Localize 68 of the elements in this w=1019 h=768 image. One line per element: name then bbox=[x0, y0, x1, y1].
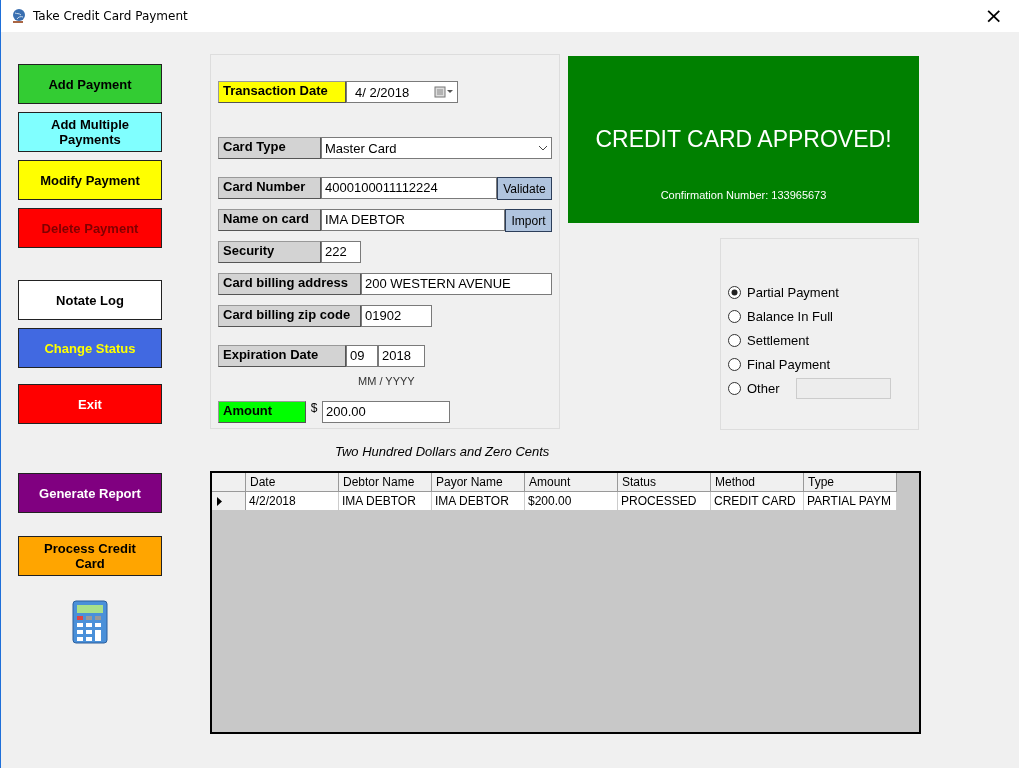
currency-symbol: $ bbox=[309, 401, 319, 415]
approval-title: CREDIT CARD APPROVED! bbox=[595, 126, 892, 153]
amount-in-words: Two Hundred Dollars and Zero Cents bbox=[335, 444, 551, 459]
other-input-field[interactable] bbox=[795, 377, 891, 399]
action-button[interactable]: Modify Payment bbox=[18, 160, 162, 200]
action-button[interactable]: Notate Log bbox=[18, 280, 162, 320]
field-label: Amount bbox=[218, 401, 306, 423]
radio-option[interactable]: Other bbox=[728, 380, 780, 396]
input-field[interactable]: 200 WESTERN AVENUE bbox=[361, 273, 552, 295]
amount-field[interactable]: 200.00 bbox=[322, 401, 450, 423]
input-field[interactable]: IMA DEBTOR bbox=[321, 209, 505, 231]
radio-icon[interactable] bbox=[728, 381, 741, 395]
column-header[interactable]: Type bbox=[804, 473, 897, 492]
confirmation-number: Confirmation Number: 133965673 bbox=[660, 189, 827, 201]
calendar-icon[interactable] bbox=[434, 86, 454, 98]
radio-icon[interactable] bbox=[728, 309, 741, 323]
column-header[interactable]: Payor Name bbox=[432, 473, 525, 492]
field-label: Card billing address bbox=[218, 273, 361, 295]
table-cell: PARTIAL PAYM bbox=[804, 492, 897, 510]
input-field[interactable]: 222 bbox=[321, 241, 361, 263]
month-field[interactable]: 09 bbox=[346, 345, 378, 367]
column-header[interactable]: Debtor Name bbox=[339, 473, 432, 492]
field-label: Expiration Date bbox=[218, 345, 346, 367]
column-header[interactable]: Status bbox=[618, 473, 711, 492]
card-type-dropdown[interactable]: Master Card bbox=[321, 137, 552, 159]
radio-icon[interactable] bbox=[728, 357, 741, 371]
field-button[interactable]: Validate bbox=[497, 177, 552, 200]
year-field[interactable]: 2018 bbox=[378, 345, 425, 367]
table-cell: CREDIT CARD bbox=[711, 492, 804, 510]
action-button[interactable]: Exit bbox=[18, 384, 162, 424]
table-cell: 4/2/2018 bbox=[246, 492, 339, 510]
table-cell: PROCESSED bbox=[618, 492, 711, 510]
table-cell: IMA DEBTOR bbox=[339, 492, 432, 510]
globe-icon bbox=[11, 8, 27, 24]
table-cell: $200.00 bbox=[525, 492, 618, 510]
field-label: Security bbox=[218, 241, 321, 263]
radio-option[interactable]: Balance In Full bbox=[728, 308, 833, 324]
field-label: Card Type bbox=[218, 137, 321, 159]
column-header[interactable]: Date bbox=[246, 473, 339, 492]
format-hint: MM / YYYY bbox=[358, 375, 416, 389]
action-button[interactable]: Add Payment bbox=[18, 64, 162, 104]
column-header[interactable]: Amount bbox=[525, 473, 618, 492]
row-header[interactable] bbox=[212, 492, 246, 510]
close-button[interactable]: × bbox=[978, 5, 1009, 27]
column-header[interactable]: Method bbox=[711, 473, 804, 492]
field-label: Card Number bbox=[218, 177, 321, 199]
radio-icon[interactable] bbox=[728, 333, 741, 347]
field-label: Name on card bbox=[218, 209, 321, 231]
radio-icon[interactable] bbox=[728, 285, 741, 299]
date-picker[interactable]: 4/ 2/2018 bbox=[346, 81, 458, 103]
action-button[interactable]: Add Multiple Payments bbox=[18, 112, 162, 152]
chevron-down-icon bbox=[538, 145, 548, 151]
radio-option[interactable]: Settlement bbox=[728, 332, 810, 348]
action-button[interactable]: Change Status bbox=[18, 328, 162, 368]
current-row-icon bbox=[217, 496, 222, 506]
window-title: Take Credit Card Payment bbox=[33, 9, 189, 23]
input-field[interactable]: 4000100011112224 bbox=[321, 177, 497, 199]
radio-option[interactable]: Final Payment bbox=[728, 356, 831, 372]
calculator-icon[interactable] bbox=[72, 600, 108, 644]
field-label: Card billing zip code bbox=[218, 305, 361, 327]
action-button[interactable]: Process Credit Card bbox=[18, 536, 162, 576]
input-field[interactable]: 01902 bbox=[361, 305, 432, 327]
field-button[interactable]: Import bbox=[505, 209, 552, 232]
action-button[interactable]: Generate Report bbox=[18, 473, 162, 513]
radio-option[interactable]: Partial Payment bbox=[728, 284, 839, 300]
field-label: Transaction Date bbox=[218, 81, 346, 103]
table-cell: IMA DEBTOR bbox=[432, 492, 525, 510]
row-header-corner bbox=[212, 473, 246, 492]
